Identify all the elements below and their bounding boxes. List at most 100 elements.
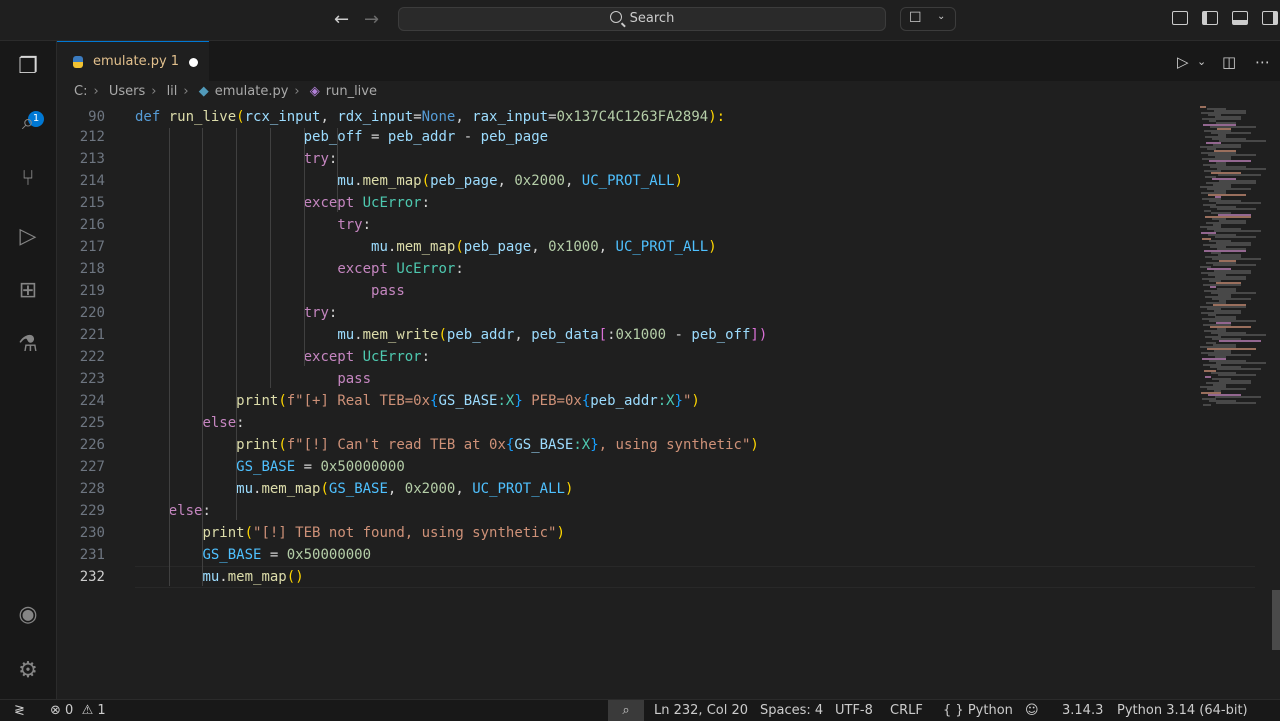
tab-emulate-py[interactable]: emulate.py 1 [57,41,209,81]
code-line[interactable]: 229 else: [57,500,1192,522]
cursor-position[interactable]: Ln 232, Col 20 [654,700,748,721]
warning-count: 1 [97,703,106,718]
command-center-search[interactable]: Search [398,7,886,31]
explorer-icon[interactable]: ❐ [14,53,42,81]
code-token: ) [564,481,574,497]
indent-guide [202,128,204,586]
minimap-line [1216,362,1266,364]
encoding[interactable]: UTF-8 [835,700,873,721]
toggle-secondary-sidebar-icon[interactable] [1262,11,1278,25]
code-text: mu.mem_map(peb_page, 0x1000, UC_PROT_ALL… [371,236,717,258]
account-icon[interactable]: ◉ [14,601,42,629]
code-line[interactable]: 232 mu.mem_map() [57,566,1255,588]
breadcrumb-sep: › [151,84,157,99]
code-token: peb_addr [387,129,456,145]
breadcrumb-symbol[interactable]: run_live [326,84,377,99]
code-line[interactable]: 214 mu.mem_map(peb_page, 0x2000, UC_PROT_… [57,170,1192,192]
code-line[interactable]: 218 except UcError: [57,258,1192,280]
status-bar: ≷ ⊗ 0 ⚠ 1 ⌕ Ln 232, Col 20 Spaces: 4 UTF… [0,699,1280,721]
python-interpreter[interactable]: Python 3.14 (64-bit) [1117,700,1248,721]
run-debug-icon[interactable]: ▷ [14,223,42,251]
code-line[interactable]: 216 try: [57,214,1192,236]
indentation[interactable]: Spaces: 4 [760,700,823,721]
code-token: - [666,327,692,343]
code-text: print("[!] TEB not found, using syntheti… [202,522,564,544]
code-line[interactable]: 217 mu.mem_map(peb_page, 0x1000, UC_PROT_… [57,236,1192,258]
code-line[interactable]: 230 print("[!] TEB not found, using synth… [57,522,1192,544]
code-token: GS_BASE [328,481,388,497]
code-editor[interactable]: 90 def run_live(rcx_input, rdx_input=None… [57,106,1255,696]
code-token: UcError [362,349,422,365]
settings-gear-icon[interactable]: ⚙ [14,657,42,685]
code-line[interactable]: 231 GS_BASE = 0x50000000 [57,544,1192,566]
source-control-icon[interactable]: ⑂ [14,165,42,193]
split-editor-icon[interactable]: ◫ [1222,53,1236,71]
more-actions-icon[interactable]: ⋯ [1255,53,1270,71]
code-token: [ [598,327,608,343]
code-token: GS_BASE [236,459,296,475]
code-token: . [219,569,228,585]
code-line[interactable]: 219 pass [57,280,1192,302]
line-ending[interactable]: CRLF [890,700,923,721]
customize-layout-icon[interactable] [1172,11,1188,25]
code-token: except [303,195,355,211]
tab-filename: emulate.py [93,54,167,69]
code-line[interactable]: 225 else: [57,412,1192,434]
code-token: } [674,393,683,409]
code-line[interactable]: 223 pass [57,368,1192,390]
toggle-primary-sidebar-icon[interactable] [1202,11,1218,25]
code-text: else: [202,412,244,434]
code-line[interactable]: 221 mu.mem_write(peb_addr, peb_data[:0x10… [57,324,1192,346]
copilot-button[interactable]: ☐ ⌄ [900,7,956,31]
search-icon [609,11,622,23]
back-arrow-icon[interactable]: ← [334,9,349,30]
unsaved-dot-icon[interactable] [189,58,198,67]
python-file-icon [73,56,83,68]
code-token: ) [750,437,759,453]
run-chevron-down-icon[interactable]: ⌄ [1197,55,1206,68]
code-line[interactable]: 220 try: [57,302,1192,324]
code-token: UC_PROT_ALL [615,239,709,255]
editor-scrollbar[interactable] [1272,590,1280,650]
language-mode[interactable]: { } Python [943,700,1013,721]
copilot-status-icon[interactable]: ☺ [1025,700,1039,721]
indent-guide [303,128,305,366]
minimap-line [1217,368,1261,370]
sticky-scroll-line[interactable]: 90 def run_live(rcx_input, rdx_input=None… [57,106,1192,128]
zoom-icon[interactable]: ⌕ [608,700,644,721]
testing-icon[interactable]: ⚗ [14,331,42,359]
minimap[interactable] [1192,106,1272,426]
line-number: 232 [79,569,105,585]
remote-indicator-icon[interactable]: ≷ [14,700,25,721]
toggle-panel-icon[interactable] [1232,11,1248,25]
search-icon[interactable]: ⌕ [14,109,42,137]
interpreter-version[interactable]: 3.14.3 [1062,700,1103,721]
breadcrumb-drive[interactable]: C: [74,84,87,99]
code-line[interactable]: 212 peb_off = peb_addr - peb_page [57,126,1192,148]
forward-arrow-icon[interactable]: → [364,9,379,30]
code-token: , [497,173,515,189]
problems-indicator[interactable]: ⊗ 0 ⚠ 1 [50,700,106,721]
code-token: UcError [396,261,456,277]
code-token: f"[+] Real TEB=0x [286,393,431,409]
code-line[interactable]: 213 try: [57,148,1192,170]
code-text: mu.mem_write(peb_addr, peb_data[:0x1000 … [337,324,767,346]
code-line[interactable]: 228 mu.mem_map(GS_BASE, 0x2000, UC_PROT_A… [57,478,1192,500]
code-token: mem_map [362,173,422,189]
run-python-file-icon[interactable]: ▷ [1177,53,1189,71]
tab-label: emulate.py 1 [93,54,179,69]
code-text: try: [337,214,371,236]
code-line[interactable]: 226 print(f"[!] Can't read TEB at 0x{GS_B… [57,434,1192,456]
code-token: ) [691,393,700,409]
code-line[interactable]: 222 except UcError: [57,346,1192,368]
breadcrumb-user[interactable]: lil [167,84,178,99]
code-token: mu [236,481,254,497]
code-line[interactable]: 215 except UcError: [57,192,1192,214]
code-line[interactable]: 224 print(f"[+] Real TEB=0x{GS_BASE:X} PE… [57,390,1192,412]
breadcrumb-users[interactable]: Users [109,84,145,99]
breadcrumb-file[interactable]: emulate.py [215,84,289,99]
extensions-icon[interactable]: ⊞ [14,277,42,305]
code-line[interactable]: 227 GS_BASE = 0x50000000 [57,456,1192,478]
line-number: 90 [88,109,105,125]
